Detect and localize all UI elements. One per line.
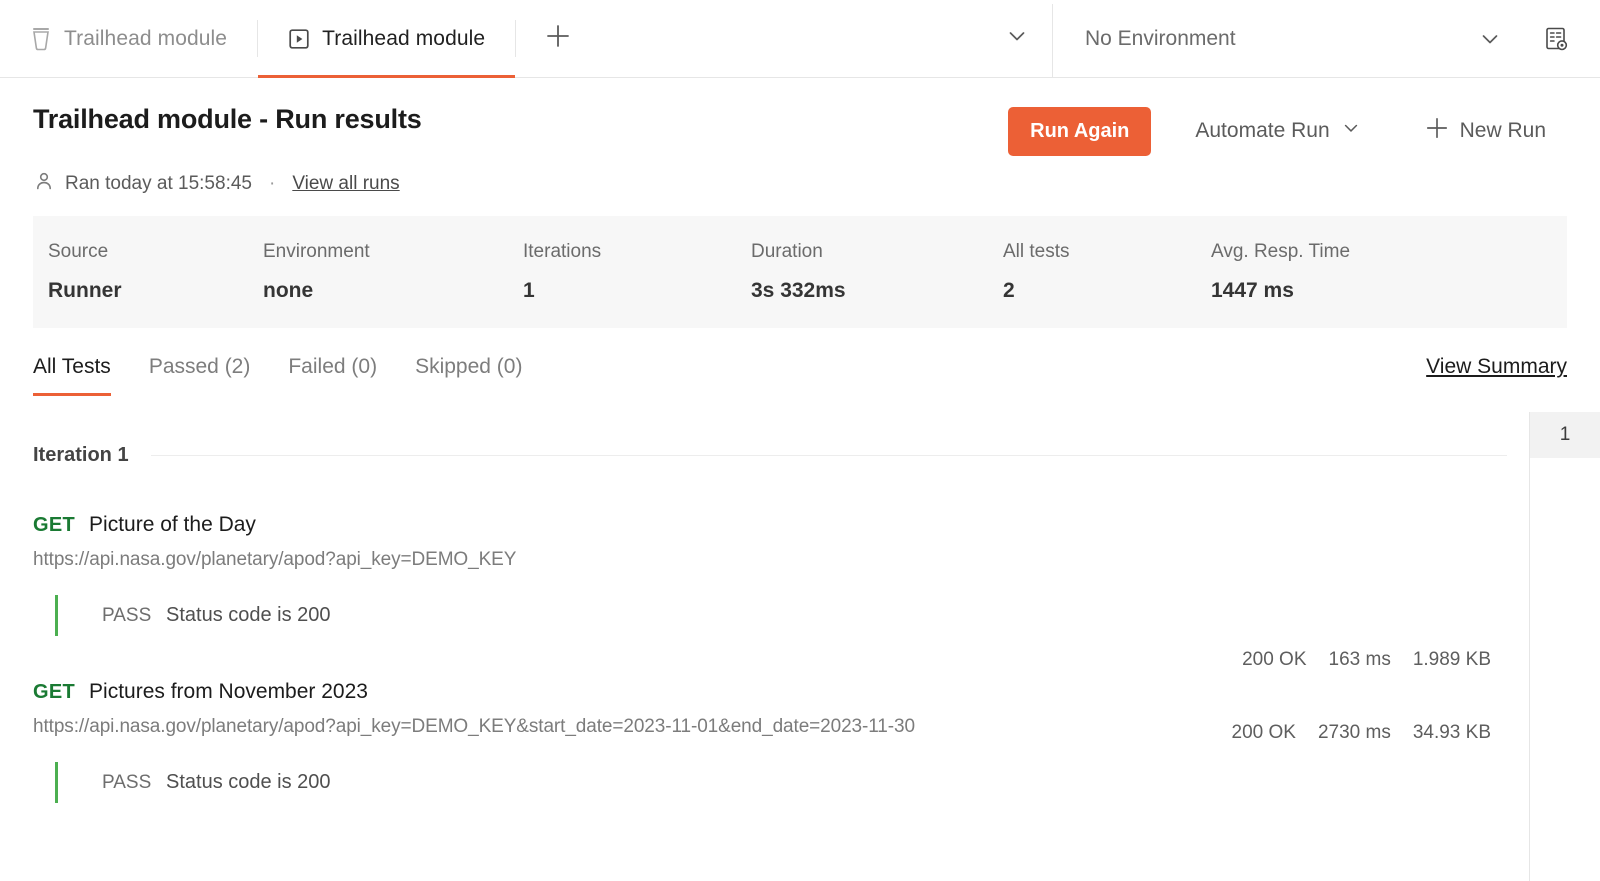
plus-icon <box>545 23 571 54</box>
iteration-rule <box>150 455 1507 456</box>
stat-duration: Duration 3s 332ms <box>751 241 1003 303</box>
iteration-nav-item-1[interactable]: 1 <box>1530 412 1600 458</box>
request-header: GET Picture of the Day <box>33 513 1529 537</box>
response-time: 163 ms <box>1328 649 1391 670</box>
chevron-down-icon[interactable] <box>1478 27 1502 51</box>
new-run-button[interactable]: New Run <box>1405 106 1566 156</box>
iteration-title: Iteration 1 <box>33 444 129 466</box>
iteration-navigator: 1 <box>1529 412 1600 881</box>
tab-run-trailhead-module[interactable]: Trailhead module <box>258 0 516 78</box>
new-tab-button[interactable] <box>516 0 600 77</box>
automate-run-label: Automate Run <box>1195 119 1330 142</box>
tab-all-tests[interactable]: All Tests <box>33 355 111 396</box>
request-header: GET Pictures from November 2023 <box>33 680 1529 704</box>
new-run-label: New Run <box>1459 119 1546 142</box>
request-method: GET <box>33 681 76 703</box>
assertion-status: PASS <box>102 604 152 626</box>
run-stats-strip: Source Runner Environment none Iteration… <box>33 216 1567 328</box>
results-list: Iteration 1 GET Picture of the Day https… <box>0 412 1529 881</box>
stat-value: none <box>263 279 314 302</box>
assertion-row: PASS Status code is 200 <box>55 595 1529 636</box>
stat-avg-resp-time: Avg. Resp. Time 1447 ms <box>1211 241 1350 303</box>
response-time: 2730 ms <box>1317 722 1391 743</box>
request-name: Picture of the Day <box>89 513 256 536</box>
tab-label: Trailhead module <box>322 26 486 50</box>
person-icon <box>33 170 55 198</box>
stat-environment: Environment none <box>263 241 523 303</box>
automate-run-button[interactable]: Automate Run <box>1175 108 1380 154</box>
request-response-stats: 200 OK 2730 ms 34.93 KB <box>1232 722 1491 744</box>
test-filter-tabs: All Tests Passed (2) Failed (0) Skipped … <box>33 355 1567 767</box>
page-title: Trailhead module - Run results <box>33 104 422 134</box>
collection-beaker-icon <box>30 26 52 52</box>
run-play-icon <box>288 28 310 50</box>
stat-label: Environment <box>263 241 370 262</box>
stat-label: All tests <box>1003 241 1070 262</box>
meta-separator: · <box>268 173 276 194</box>
tab-bar: Trailhead module Trailhead module No Env… <box>0 0 1600 78</box>
stat-value: Runner <box>48 279 122 302</box>
chevron-down-icon <box>1341 118 1361 144</box>
tab-strip: Trailhead module Trailhead module <box>0 0 1053 78</box>
tabs-overflow-button[interactable] <box>982 0 1052 77</box>
iteration-header: Iteration 1 <box>0 412 1529 467</box>
stat-label: Avg. Resp. Time <box>1211 241 1351 262</box>
run-header: Trailhead module - Run results Run Again… <box>0 78 1600 198</box>
tab-collection-trailhead-module[interactable]: Trailhead module <box>0 0 257 77</box>
chevron-down-icon <box>1005 24 1029 53</box>
environment-name: No Environment <box>1085 26 1236 50</box>
title-row: Trailhead module - Run results Run Again… <box>0 78 1600 156</box>
stat-value: 2 <box>1003 279 1015 302</box>
stat-label: Source <box>48 241 109 262</box>
stat-label: Duration <box>751 241 823 262</box>
tab-passed[interactable]: Passed (2) <box>149 355 251 396</box>
request-response-stats: 200 OK 163 ms 1.989 KB <box>1242 649 1491 671</box>
response-size: 1.989 KB <box>1412 649 1491 670</box>
request-name: Pictures from November 2023 <box>89 680 368 703</box>
tab-failed[interactable]: Failed (0) <box>288 355 377 396</box>
stat-value: 1447 ms <box>1211 279 1294 302</box>
view-all-runs-link[interactable]: View all runs <box>292 173 399 195</box>
environment-quick-look-icon[interactable] <box>1542 25 1570 53</box>
request-method: GET <box>33 514 76 536</box>
request-url: https://api.nasa.gov/planetary/apod?api_… <box>33 549 517 570</box>
header-actions: Run Again Automate Run New Run <box>1008 104 1566 156</box>
tab-skipped[interactable]: Skipped (0) <box>415 355 522 396</box>
environment-selector[interactable]: No Environment <box>1053 0 1600 77</box>
response-size: 34.93 KB <box>1412 722 1491 743</box>
run-results-screen: Trailhead module Trailhead module No Env… <box>0 0 1600 881</box>
stat-value: 3s 332ms <box>751 279 846 302</box>
run-again-button[interactable]: Run Again <box>1008 106 1152 156</box>
stat-all-tests: All tests 2 <box>1003 241 1211 303</box>
tab-label: Trailhead module <box>64 26 228 50</box>
plus-icon <box>1425 116 1449 146</box>
response-status: 200 OK <box>1242 649 1307 670</box>
assertion-status: PASS <box>102 771 152 793</box>
stat-value: 1 <box>523 279 535 302</box>
request-item[interactable]: GET Pictures from November 2023 https://… <box>0 680 1529 803</box>
window-top-strip <box>0 0 1600 4</box>
response-status: 200 OK <box>1231 722 1296 743</box>
run-meta: Ran today at 15:58:45 · View all runs <box>0 156 1600 198</box>
stat-label: Iterations <box>523 241 602 262</box>
assertion-row: PASS Status code is 200 <box>55 762 1529 803</box>
request-item[interactable]: GET Picture of the Day https://api.nasa.… <box>0 513 1529 670</box>
assertion-text: Status code is 200 <box>166 771 331 793</box>
view-summary-link[interactable]: View Summary <box>1426 355 1567 396</box>
assertion-text: Status code is 200 <box>166 604 331 626</box>
stat-source: Source Runner <box>48 241 263 303</box>
ran-at-text: Ran today at 15:58:45 <box>65 173 252 194</box>
stat-iterations: Iterations 1 <box>523 241 751 303</box>
